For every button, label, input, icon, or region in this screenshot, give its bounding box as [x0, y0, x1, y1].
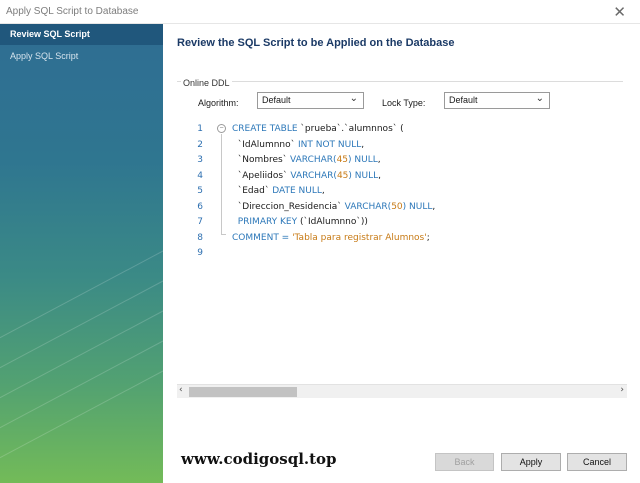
sidebar-step-review-sql-script[interactable]: Review SQL Script [0, 24, 163, 45]
sidebar-decoration-line [0, 268, 163, 421]
editor-horizontal-scrollbar[interactable]: ‹ › [177, 384, 627, 398]
lock-type-select-value: Default [449, 95, 478, 105]
code-token: ) NULL [402, 201, 433, 212]
apply-button[interactable]: Apply [501, 453, 561, 471]
code-text: PRIMARY KEY (`IdAlumnno`)) [232, 217, 368, 227]
chevron-down-icon: ⌄ [349, 93, 358, 104]
algorithm-select-value: Default [262, 95, 291, 105]
code-token: ; [426, 232, 430, 243]
code-line: 7 PRIMARY KEY (`IdAlumnno`)) [177, 217, 627, 232]
close-icon[interactable]: ✕ [613, 3, 626, 21]
code-text: COMMENT = 'Tabla para registrar Alumnos'… [232, 233, 430, 243]
code-token: `Nombres` [232, 155, 291, 165]
sidebar-decoration-line [0, 298, 163, 451]
code-token: VARCHAR( [344, 201, 392, 212]
cancel-button[interactable]: Cancel [567, 453, 627, 471]
code-token: `prueba`.`alumnnos` ( [300, 124, 404, 134]
code-token: (`IdAlumnno`)) [299, 217, 368, 227]
sidebar-step-apply-sql-script[interactable]: Apply SQL Script [0, 46, 163, 67]
sidebar-decoration-line [0, 238, 163, 391]
code-text: `Direccion_Residencia` VARCHAR(50) NULL, [232, 201, 436, 212]
code-token: 50 [391, 201, 403, 212]
code-token: , [361, 139, 365, 150]
code-text: CREATE TABLE `prueba`.`alumnnos` ( [232, 124, 404, 134]
code-token: , [432, 201, 436, 212]
code-text: `Edad` DATE NULL, [232, 186, 325, 196]
code-token: , [378, 170, 381, 181]
code-token: `Apeliidos` [232, 170, 291, 181]
line-number: 7 [197, 217, 203, 227]
scroll-right-icon[interactable]: › [620, 385, 624, 395]
online-ddl-legend: Online DDL [181, 78, 232, 88]
code-token: PRIMARY KEY [232, 217, 300, 227]
code-token: DATE NULL [272, 186, 322, 196]
window-title: Apply SQL Script to Database [6, 6, 139, 17]
sidebar-decoration-line [0, 208, 163, 361]
wizard-sidebar: Review SQL Script Apply SQL Script [0, 24, 163, 483]
code-token: `Edad` [232, 186, 273, 196]
sidebar-decoration-line [0, 328, 163, 481]
online-ddl-group [177, 81, 623, 113]
code-text: `IdAlumnno` INT NOT NULL, [232, 140, 364, 150]
code-line: 6 `Direccion_Residencia` VARCHAR(50) NUL… [177, 202, 627, 217]
code-token: 45 [336, 155, 349, 165]
code-line: 9 [177, 248, 627, 263]
line-number: 1 [197, 124, 203, 134]
line-number: 2 [197, 139, 203, 150]
code-token: 'Tabla para registrar Alumnos' [292, 232, 427, 243]
code-token: `IdAlumnno` [232, 139, 298, 150]
code-token: VARCHAR( [290, 155, 337, 165]
page-title: Review the SQL Script to be Applied on t… [177, 37, 455, 49]
algorithm-select[interactable]: Default ⌄ [257, 92, 364, 109]
code-token: , [377, 155, 381, 165]
code-token: 45 [336, 170, 349, 181]
line-number: 3 [197, 155, 203, 165]
code-token: `Direccion_Residencia` [232, 201, 345, 212]
code-line: 2 `IdAlumnno` INT NOT NULL, [177, 140, 627, 155]
code-token: VARCHAR( [290, 170, 337, 181]
line-number: 4 [197, 170, 203, 181]
code-line: 4 `Apeliidos` VARCHAR(45) NULL, [177, 171, 627, 186]
sql-script-editor[interactable]: − 1 CREATE TABLE `prueba`.`alumnnos` (2 `… [177, 118, 627, 400]
line-number: 9 [197, 248, 203, 258]
code-line: 8 COMMENT = 'Tabla para registrar Alumnos… [177, 233, 627, 248]
line-number: 6 [197, 201, 203, 212]
line-number: 8 [197, 232, 203, 243]
watermark-url: www.codigosql.top [181, 450, 337, 468]
line-number: 5 [197, 186, 203, 196]
code-text: `Apeliidos` VARCHAR(45) NULL, [232, 171, 381, 181]
window-titlebar: Apply SQL Script to Database ✕ [0, 0, 640, 24]
algorithm-label: Algorithm: [198, 98, 239, 108]
code-token: INT NOT NULL [298, 139, 362, 150]
scroll-left-icon[interactable]: ‹ [179, 385, 183, 395]
lock-type-label: Lock Type: [382, 98, 426, 108]
code-token: CREATE TABLE [232, 124, 301, 134]
code-token: COMMENT = [232, 232, 293, 243]
chevron-down-icon: ⌄ [535, 93, 544, 104]
code-line: 3 `Nombres` VARCHAR(45) NULL, [177, 155, 627, 170]
code-token: ) NULL [348, 155, 378, 165]
code-token: ) NULL [348, 170, 379, 181]
code-line: 1 CREATE TABLE `prueba`.`alumnnos` ( [177, 124, 627, 139]
code-text: `Nombres` VARCHAR(45) NULL, [232, 155, 381, 165]
code-token: , [321, 186, 325, 196]
back-button[interactable]: Back [435, 453, 494, 471]
lock-type-select[interactable]: Default ⌄ [444, 92, 550, 109]
scrollbar-thumb[interactable] [189, 387, 297, 397]
code-line: 5 `Edad` DATE NULL, [177, 186, 627, 201]
